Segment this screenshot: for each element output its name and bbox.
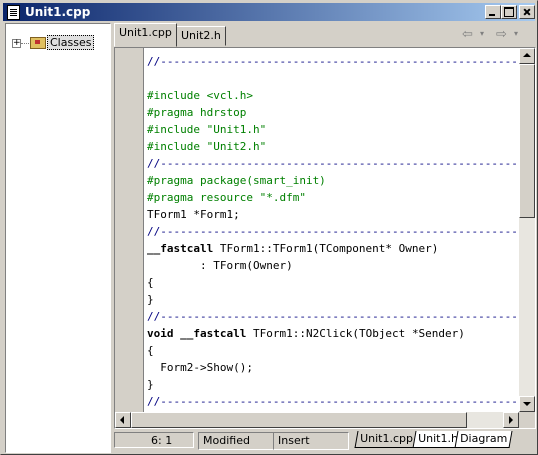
code-line[interactable]: #pragma package(smart_init) xyxy=(147,172,519,189)
vertical-scrollbar[interactable] xyxy=(519,48,535,412)
minimize-button[interactable] xyxy=(485,5,501,19)
scroll-up-button[interactable] xyxy=(519,48,535,64)
code-area[interactable]: //--------------------------------------… xyxy=(147,53,519,411)
class-explorer-pane: + Classes xyxy=(5,23,111,453)
bottom-tab-label: Unit1.cpp xyxy=(360,432,413,445)
cursor-position: 6: 1 xyxy=(114,432,194,448)
code-line[interactable]: //--------------------------------------… xyxy=(147,223,519,240)
scroll-down-button[interactable] xyxy=(519,396,535,412)
navigation-buttons: ⇦ ▾ ⇨ ▾ xyxy=(462,27,532,43)
code-line[interactable]: : TForm(Owner) xyxy=(147,257,519,274)
code-line[interactable]: { xyxy=(147,342,519,359)
tab-unit2-h[interactable]: Unit2.h xyxy=(176,26,226,46)
arrow-right-icon[interactable]: ⇨ xyxy=(496,27,507,42)
vertical-scroll-thumb[interactable] xyxy=(519,64,535,218)
editor-gutter[interactable] xyxy=(115,48,144,412)
status-bar: 6: 1 Modified Insert Unit1.cpp Unit1.h D… xyxy=(114,431,535,451)
maximize-button[interactable] xyxy=(501,5,517,19)
code-line[interactable]: #include "Unit2.h" xyxy=(147,138,519,155)
code-line[interactable]: void __fastcall TForm1::N2Click(TObject … xyxy=(147,325,519,342)
expand-icon[interactable]: + xyxy=(12,39,21,48)
tree-connector xyxy=(21,43,29,44)
back-dropdown-icon[interactable]: ▾ xyxy=(480,29,484,38)
code-line[interactable]: #include <vcl.h> xyxy=(147,87,519,104)
code-line[interactable] xyxy=(147,70,519,87)
code-line[interactable]: #include "Unit1.h" xyxy=(147,121,519,138)
horizontal-scrollbar[interactable] xyxy=(115,412,519,428)
bottom-tab-unit1-cpp[interactable]: Unit1.cpp xyxy=(354,431,419,448)
scroll-left-button[interactable] xyxy=(115,412,131,428)
code-line[interactable]: //--------------------------------------… xyxy=(147,308,519,325)
document-icon xyxy=(7,5,20,20)
code-editor[interactable]: //--------------------------------------… xyxy=(114,47,536,429)
close-button[interactable] xyxy=(519,5,535,19)
tree-item-label[interactable]: Classes xyxy=(47,35,95,50)
code-line[interactable]: TForm1 *Form1; xyxy=(147,206,519,223)
code-line[interactable]: } xyxy=(147,376,519,393)
title-bar[interactable]: Unit1.cpp xyxy=(3,3,535,21)
horizontal-scroll-thumb[interactable] xyxy=(131,412,467,428)
bottom-tab-diagram[interactable]: Diagram xyxy=(454,431,513,448)
editor-window: Unit1.cpp + Classes Unit1.cpp Unit2.h ⇦ … xyxy=(0,0,538,455)
arrow-left-icon[interactable]: ⇦ xyxy=(462,27,473,42)
modified-indicator: Modified xyxy=(198,432,274,450)
window-title: Unit1.cpp xyxy=(25,5,91,19)
folder-icon xyxy=(30,37,46,49)
code-line[interactable]: #pragma resource "*.dfm" xyxy=(147,189,519,206)
scroll-right-button[interactable] xyxy=(503,412,519,428)
bottom-tab-label: Diagram xyxy=(460,432,508,445)
code-line[interactable]: __fastcall TForm1::TForm1(TComponent* Ow… xyxy=(147,240,519,257)
forward-dropdown-icon[interactable]: ▾ xyxy=(514,29,518,38)
code-line[interactable]: //--------------------------------------… xyxy=(147,155,519,172)
tab-unit1-cpp[interactable]: Unit1.cpp xyxy=(114,23,177,47)
code-line[interactable]: //--------------------------------------… xyxy=(147,53,519,70)
scrollbar-corner xyxy=(519,412,535,428)
editor-tab-bar: Unit1.cpp Unit2.h ⇦ ▾ ⇨ ▾ xyxy=(112,23,536,47)
code-line[interactable]: //--------------------------------------… xyxy=(147,393,519,410)
code-line[interactable]: { xyxy=(147,274,519,291)
code-line[interactable]: } xyxy=(147,291,519,308)
code-line[interactable]: Form2->Show(); xyxy=(147,359,519,376)
code-line[interactable]: #pragma hdrstop xyxy=(147,104,519,121)
insert-mode-indicator: Insert xyxy=(273,432,349,450)
bottom-tab-label: Unit1.h xyxy=(418,432,458,445)
